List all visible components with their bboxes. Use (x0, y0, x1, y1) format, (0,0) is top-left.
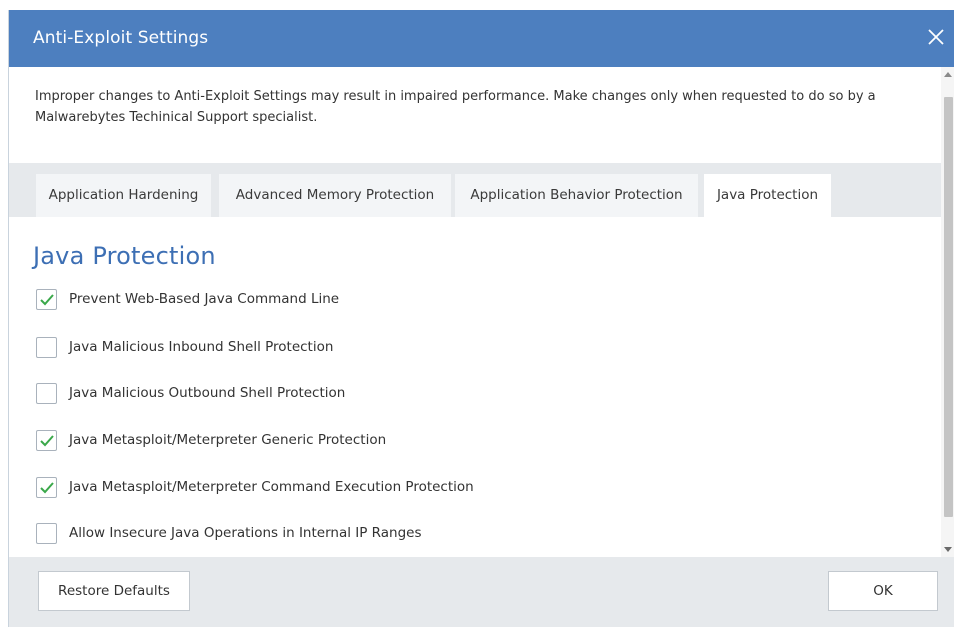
option-label: Java Malicious Inbound Shell Protection (69, 339, 334, 355)
checkmark-icon (40, 435, 54, 447)
tab-application-behavior-protection[interactable]: Application Behavior Protection (455, 174, 698, 217)
tab-label: Application Hardening (48, 187, 199, 203)
warning-message: Improper changes to Anti-Exploit Setting… (35, 89, 876, 125)
close-icon[interactable] (923, 24, 949, 50)
checkbox[interactable] (36, 523, 57, 544)
option-label: Java Metasploit/Meterpreter Generic Prot… (69, 432, 387, 448)
checkmark-icon (40, 294, 54, 306)
tab-strip: Application Hardening Advanced Memory Pr… (9, 163, 941, 217)
tab-advanced-memory-protection[interactable]: Advanced Memory Protection (219, 174, 451, 217)
option-label: Java Malicious Outbound Shell Protection (69, 385, 346, 401)
dialog-title: Anti-Exploit Settings (33, 28, 209, 48)
section-title: Java Protection (33, 242, 216, 270)
restore-defaults-button[interactable]: Restore Defaults (38, 571, 190, 611)
tab-label: Java Protection (716, 187, 819, 203)
option-label: Prevent Web-Based Java Command Line (69, 291, 340, 307)
title-bar: Anti-Exploit Settings (9, 10, 954, 67)
scroll-up-arrow-icon[interactable] (944, 72, 952, 77)
ok-button[interactable]: OK (828, 571, 938, 611)
tab-application-hardening[interactable]: Application Hardening (36, 174, 211, 217)
checkbox-checked[interactable] (36, 289, 57, 310)
checkbox[interactable] (36, 383, 57, 404)
dialog-footer: Restore Defaults OK (9, 557, 954, 627)
anti-exploit-settings-dialog: Anti-Exploit Settings Improper changes t… (8, 10, 954, 627)
checkbox-checked[interactable] (36, 430, 57, 451)
tab-java-protection[interactable]: Java Protection (704, 174, 831, 217)
option-label: Allow Insecure Java Operations in Intern… (69, 525, 422, 541)
scroll-thumb[interactable] (944, 97, 953, 517)
option-label: Java Metasploit/Meterpreter Command Exec… (69, 479, 474, 495)
checkmark-icon (40, 482, 54, 494)
tab-label: Advanced Memory Protection (235, 187, 435, 203)
tab-label: Application Behavior Protection (470, 187, 683, 203)
checkbox[interactable] (36, 337, 57, 358)
scroll-down-arrow-icon[interactable] (944, 547, 952, 552)
checkbox-checked[interactable] (36, 477, 57, 498)
vertical-scrollbar[interactable] (941, 67, 954, 557)
